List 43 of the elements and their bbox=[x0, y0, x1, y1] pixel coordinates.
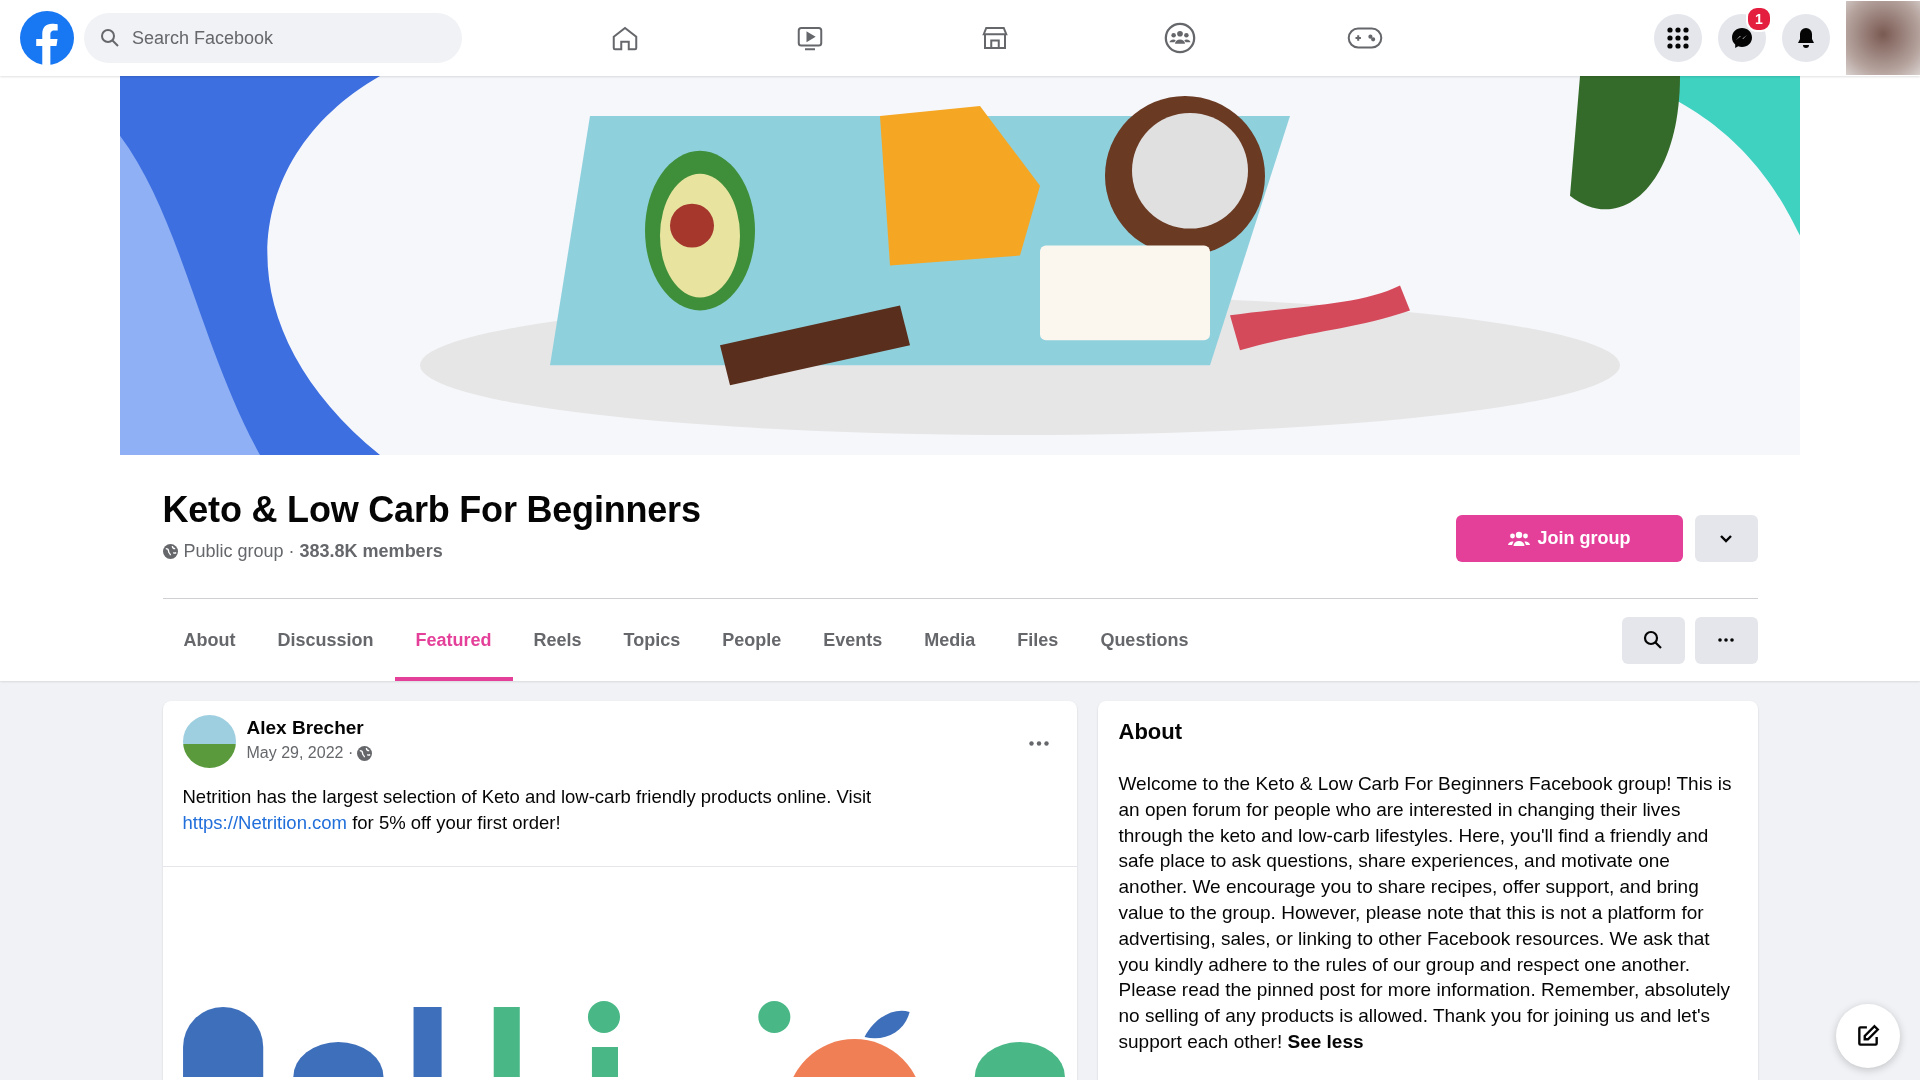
search-icon bbox=[1643, 630, 1663, 650]
section-title: About bbox=[1118, 719, 1184, 745]
search-icon bbox=[100, 28, 120, 48]
group-tab[interactable]: Discussion bbox=[256, 599, 395, 681]
group-tab[interactable]: Questions bbox=[1079, 599, 1210, 681]
group-tab[interactable]: Featured bbox=[394, 599, 513, 681]
header-button[interactable] bbox=[1654, 14, 1702, 62]
menu-icon bbox=[1666, 26, 1690, 50]
group-tab[interactable]: Reels bbox=[512, 599, 603, 681]
search-field[interactable]: Search Facebook bbox=[84, 13, 462, 63]
facebook-logo[interactable] bbox=[20, 11, 74, 65]
more-icon bbox=[1718, 638, 1734, 642]
group-tab[interactable]: About bbox=[162, 599, 257, 681]
bell-icon bbox=[1795, 26, 1817, 50]
group-tab[interactable]: Media bbox=[903, 599, 997, 681]
search-button[interactable] bbox=[1621, 616, 1685, 664]
join-group-button[interactable]: Join group bbox=[1455, 515, 1683, 562]
chat-bubble-icon bbox=[1730, 26, 1754, 50]
about-text: Welcome to the Keto & Low Carb For Beginners Facebook group! This is an open forum for people who are interested in changing their lives through the keto and low-carb lifestyles. Here, you'll find a friendly and safe place to ask questions, share experiences, and motivate one another. We encourage you to share recipes, offer support, and bring value to the group. However, please note that this is not a platform for advertising, sales, or linking to other Facebook resources. We ask that you kindly adhere to the rules of our group and respect one another. Please read the pinned post for more information. Remember, absolutely no selling of any products is allowed. Thank you for joining us and let's support each other! See less bbox=[1118, 772, 1733, 1054]
more-icon bbox=[1028, 740, 1049, 746]
post-date[interactable]: May 29, 2022 · bbox=[246, 744, 354, 762]
group-tab[interactable]: Topics bbox=[602, 599, 702, 681]
see-less-link[interactable]: See less bbox=[1287, 1030, 1364, 1052]
post-link[interactable]: https://Netrition.com bbox=[182, 812, 347, 833]
user-avatar[interactable] bbox=[182, 715, 236, 768]
profile-avatar[interactable] bbox=[1846, 1, 1920, 75]
compose-button[interactable] bbox=[1836, 1004, 1900, 1068]
header-button[interactable] bbox=[1782, 14, 1830, 62]
group-title: Keto & Low Carb For Beginners bbox=[162, 489, 701, 531]
post-text: Netrition has the largest selection of Keto and low-carb friendly products online. Visit https://Netrition.com for 5% off your first order! bbox=[182, 785, 873, 835]
chevron-down-icon bbox=[1719, 534, 1733, 543]
globe-icon bbox=[357, 745, 373, 761]
edit-icon bbox=[1855, 1023, 1881, 1049]
people-icon bbox=[1162, 21, 1197, 55]
globe-icon bbox=[162, 544, 178, 559]
group-tab[interactable]: People bbox=[701, 599, 803, 681]
group-info: Public group · 383.8K members bbox=[183, 541, 443, 562]
author-name[interactable]: Alex Brecher bbox=[246, 717, 373, 739]
group-tab[interactable]: Files bbox=[996, 599, 1080, 681]
people-icon bbox=[1507, 529, 1530, 548]
notification-badge: 1 bbox=[1746, 6, 1772, 32]
group-tab[interactable]: Events bbox=[802, 599, 904, 681]
header-button[interactable] bbox=[1718, 14, 1766, 62]
